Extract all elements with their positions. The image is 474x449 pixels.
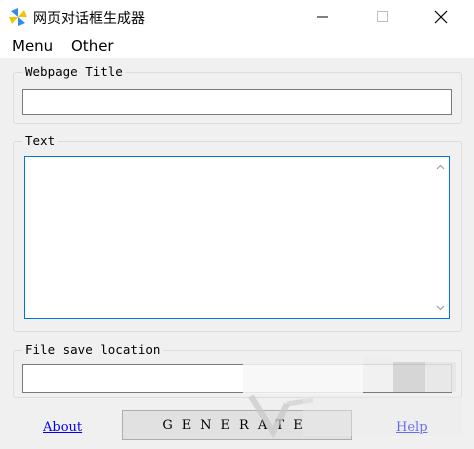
webpage-title-label: Webpage Title xyxy=(22,64,126,79)
file-save-input[interactable] xyxy=(22,364,452,393)
minimize-icon xyxy=(317,16,328,17)
help-link[interactable]: Help xyxy=(396,420,428,435)
text-label: Text xyxy=(22,133,59,148)
title-bar[interactable]: 网页对话框生成器 xyxy=(0,0,474,33)
close-icon xyxy=(434,10,448,23)
minimize-button[interactable] xyxy=(300,0,346,33)
file-save-label: File save location xyxy=(22,342,164,357)
maximize-button[interactable] xyxy=(360,0,406,33)
close-button[interactable] xyxy=(418,0,464,33)
menu-item-other[interactable]: Other xyxy=(71,37,114,55)
maximize-icon xyxy=(377,10,388,22)
scroll-up-icon[interactable] xyxy=(436,163,445,172)
app-pinwheel-icon xyxy=(9,8,27,26)
about-link[interactable]: About xyxy=(43,420,82,435)
text-scrollbar[interactable] xyxy=(432,157,449,318)
webpage-title-input[interactable] xyxy=(22,89,452,115)
window-title: 网页对话框生成器 xyxy=(33,11,145,27)
app-window: 网页对话框生成器 Menu Other Webpage Title Text F… xyxy=(0,0,474,449)
menu-item-menu[interactable]: Menu xyxy=(12,37,53,55)
generate-button[interactable]: GENERATE xyxy=(122,410,352,440)
text-area[interactable] xyxy=(24,156,450,319)
scroll-down-icon[interactable] xyxy=(436,303,445,312)
menu-bar: Menu Other xyxy=(0,33,474,58)
